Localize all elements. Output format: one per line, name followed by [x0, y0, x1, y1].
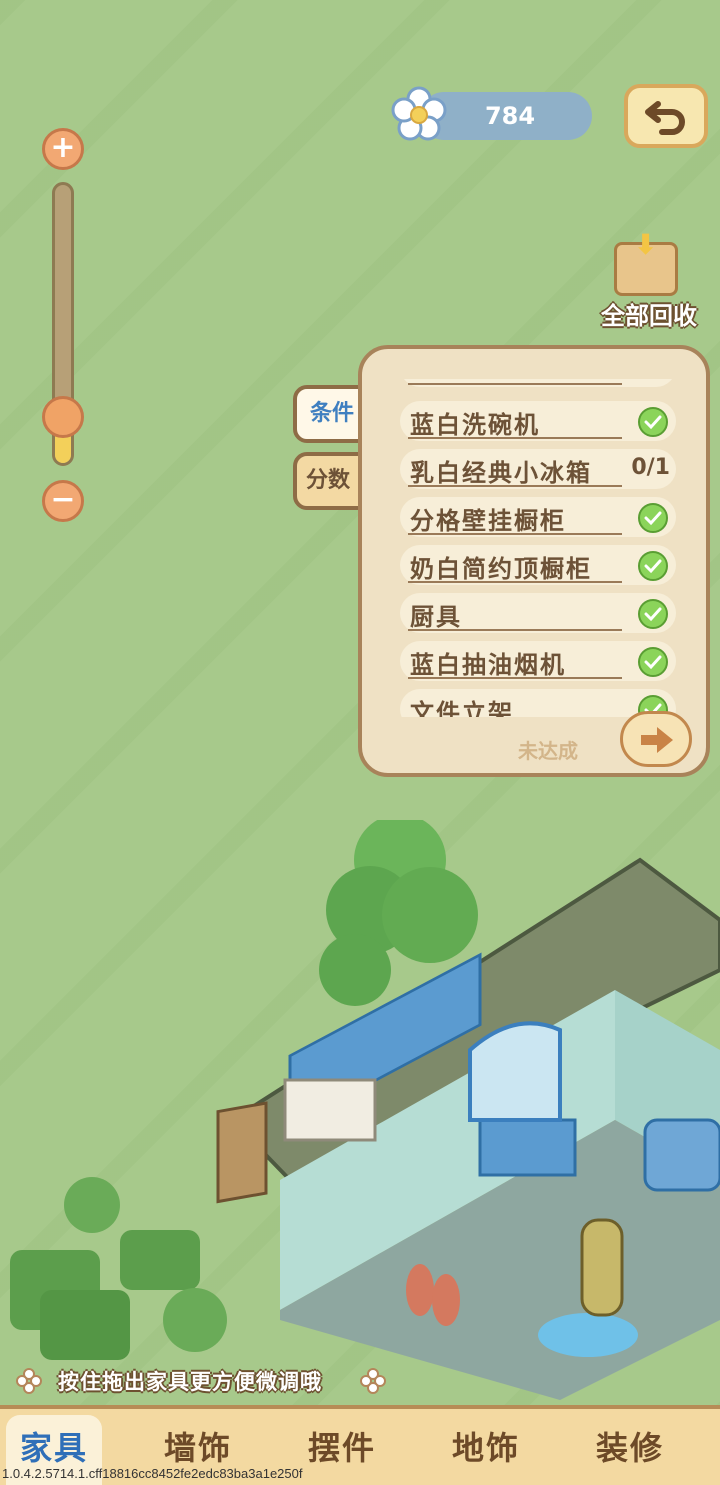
check-icon	[638, 647, 668, 677]
task-row: 文件立架	[400, 689, 676, 717]
tab-wall-decor[interactable]: 墙饰	[138, 1423, 258, 1469]
wall-cabinet	[283, 1078, 377, 1142]
task-underline	[408, 533, 622, 535]
undo-arrow-icon	[645, 101, 685, 135]
task-progress: 0/1	[631, 455, 670, 480]
minus-icon: −	[50, 482, 76, 517]
recycle-all-button[interactable]: ⬇ 全部回收	[592, 228, 712, 330]
task-list[interactable]: 蓝白洗碗机 乳白经典小冰箱 0/1 分格壁挂橱柜 奶白简约顶橱柜 厨具 蓝白抽油…	[394, 379, 680, 717]
task-row: 厨具	[400, 593, 676, 633]
task-panel: 蓝白洗碗机 乳白经典小冰箱 0/1 分格壁挂橱柜 奶白简约顶橱柜 厨具 蓝白抽油…	[358, 345, 710, 777]
check-icon	[638, 551, 668, 581]
task-row: 蓝白洗碗机	[400, 401, 676, 441]
check-icon	[638, 407, 668, 437]
task-underline	[408, 581, 622, 583]
back-button[interactable]	[624, 84, 708, 148]
rug	[538, 1313, 638, 1357]
tab-furniture[interactable]: 家具	[0, 1423, 114, 1469]
task-row: 奶白简约顶橱柜	[400, 545, 676, 585]
door	[216, 1101, 268, 1204]
task-name: 蓝白洗碗机	[410, 411, 540, 439]
check-icon	[638, 599, 668, 629]
hedge	[10, 1177, 227, 1360]
panel-status: 未达成	[518, 739, 578, 763]
recycle-all-label: 全部回收	[601, 302, 697, 330]
tab-score[interactable]: 分数	[293, 452, 363, 510]
fish-decor	[432, 1274, 460, 1326]
down-arrow-icon: ⬇	[634, 228, 658, 261]
plus-icon: +	[50, 130, 76, 165]
task-name: 分格壁挂橱柜	[410, 507, 566, 535]
task-name: 奶白简约顶橱柜	[410, 555, 592, 583]
task-name: 厨具	[410, 603, 462, 631]
hint-text: 按住拖出家具更方便微调哦	[58, 1370, 322, 1394]
zoom-slider-knob[interactable]	[42, 396, 84, 438]
task-row: 乳白经典小冰箱 0/1	[400, 449, 676, 489]
clover-icon	[360, 1368, 386, 1394]
task-name: 文件立架	[410, 699, 514, 717]
currency-value: 784	[484, 102, 536, 130]
tab-ornaments[interactable]: 摆件	[282, 1423, 402, 1469]
task-underline	[408, 383, 622, 385]
zoom-out-button[interactable]: −	[42, 480, 84, 522]
desk	[478, 1118, 577, 1177]
clover-icon	[16, 1368, 42, 1394]
fish-decor	[406, 1264, 434, 1316]
right-arrow-icon	[641, 727, 673, 753]
window-arch	[468, 1021, 562, 1122]
task-underline	[408, 437, 622, 439]
task-row: 分格壁挂橱柜	[400, 497, 676, 537]
tab-renovation[interactable]: 装修	[570, 1423, 690, 1469]
hint-banner: 按住拖出家具更方便微调哦	[16, 1362, 396, 1398]
task-underline	[408, 485, 622, 487]
zoom-in-button[interactable]: +	[42, 128, 84, 170]
check-icon	[638, 503, 668, 533]
room-scene[interactable]	[0, 820, 720, 1410]
task-underline	[408, 629, 622, 631]
task-row-partial	[400, 379, 676, 387]
curio-cabinet	[580, 1218, 624, 1317]
tab-floor-decor[interactable]: 地饰	[426, 1423, 546, 1469]
version-label: 1.0.4.2.5714.1.cff18816cc8452fe2edc83ba3…	[2, 1466, 303, 1481]
task-name: 蓝白抽油烟机	[410, 651, 566, 679]
task-name: 乳白经典小冰箱	[410, 459, 592, 487]
sofa	[643, 1118, 720, 1192]
task-underline	[408, 677, 622, 679]
flower-icon	[391, 86, 447, 141]
currency-display: 784	[390, 86, 592, 144]
task-row: 蓝白抽油烟机	[400, 641, 676, 681]
next-button[interactable]	[620, 711, 692, 767]
